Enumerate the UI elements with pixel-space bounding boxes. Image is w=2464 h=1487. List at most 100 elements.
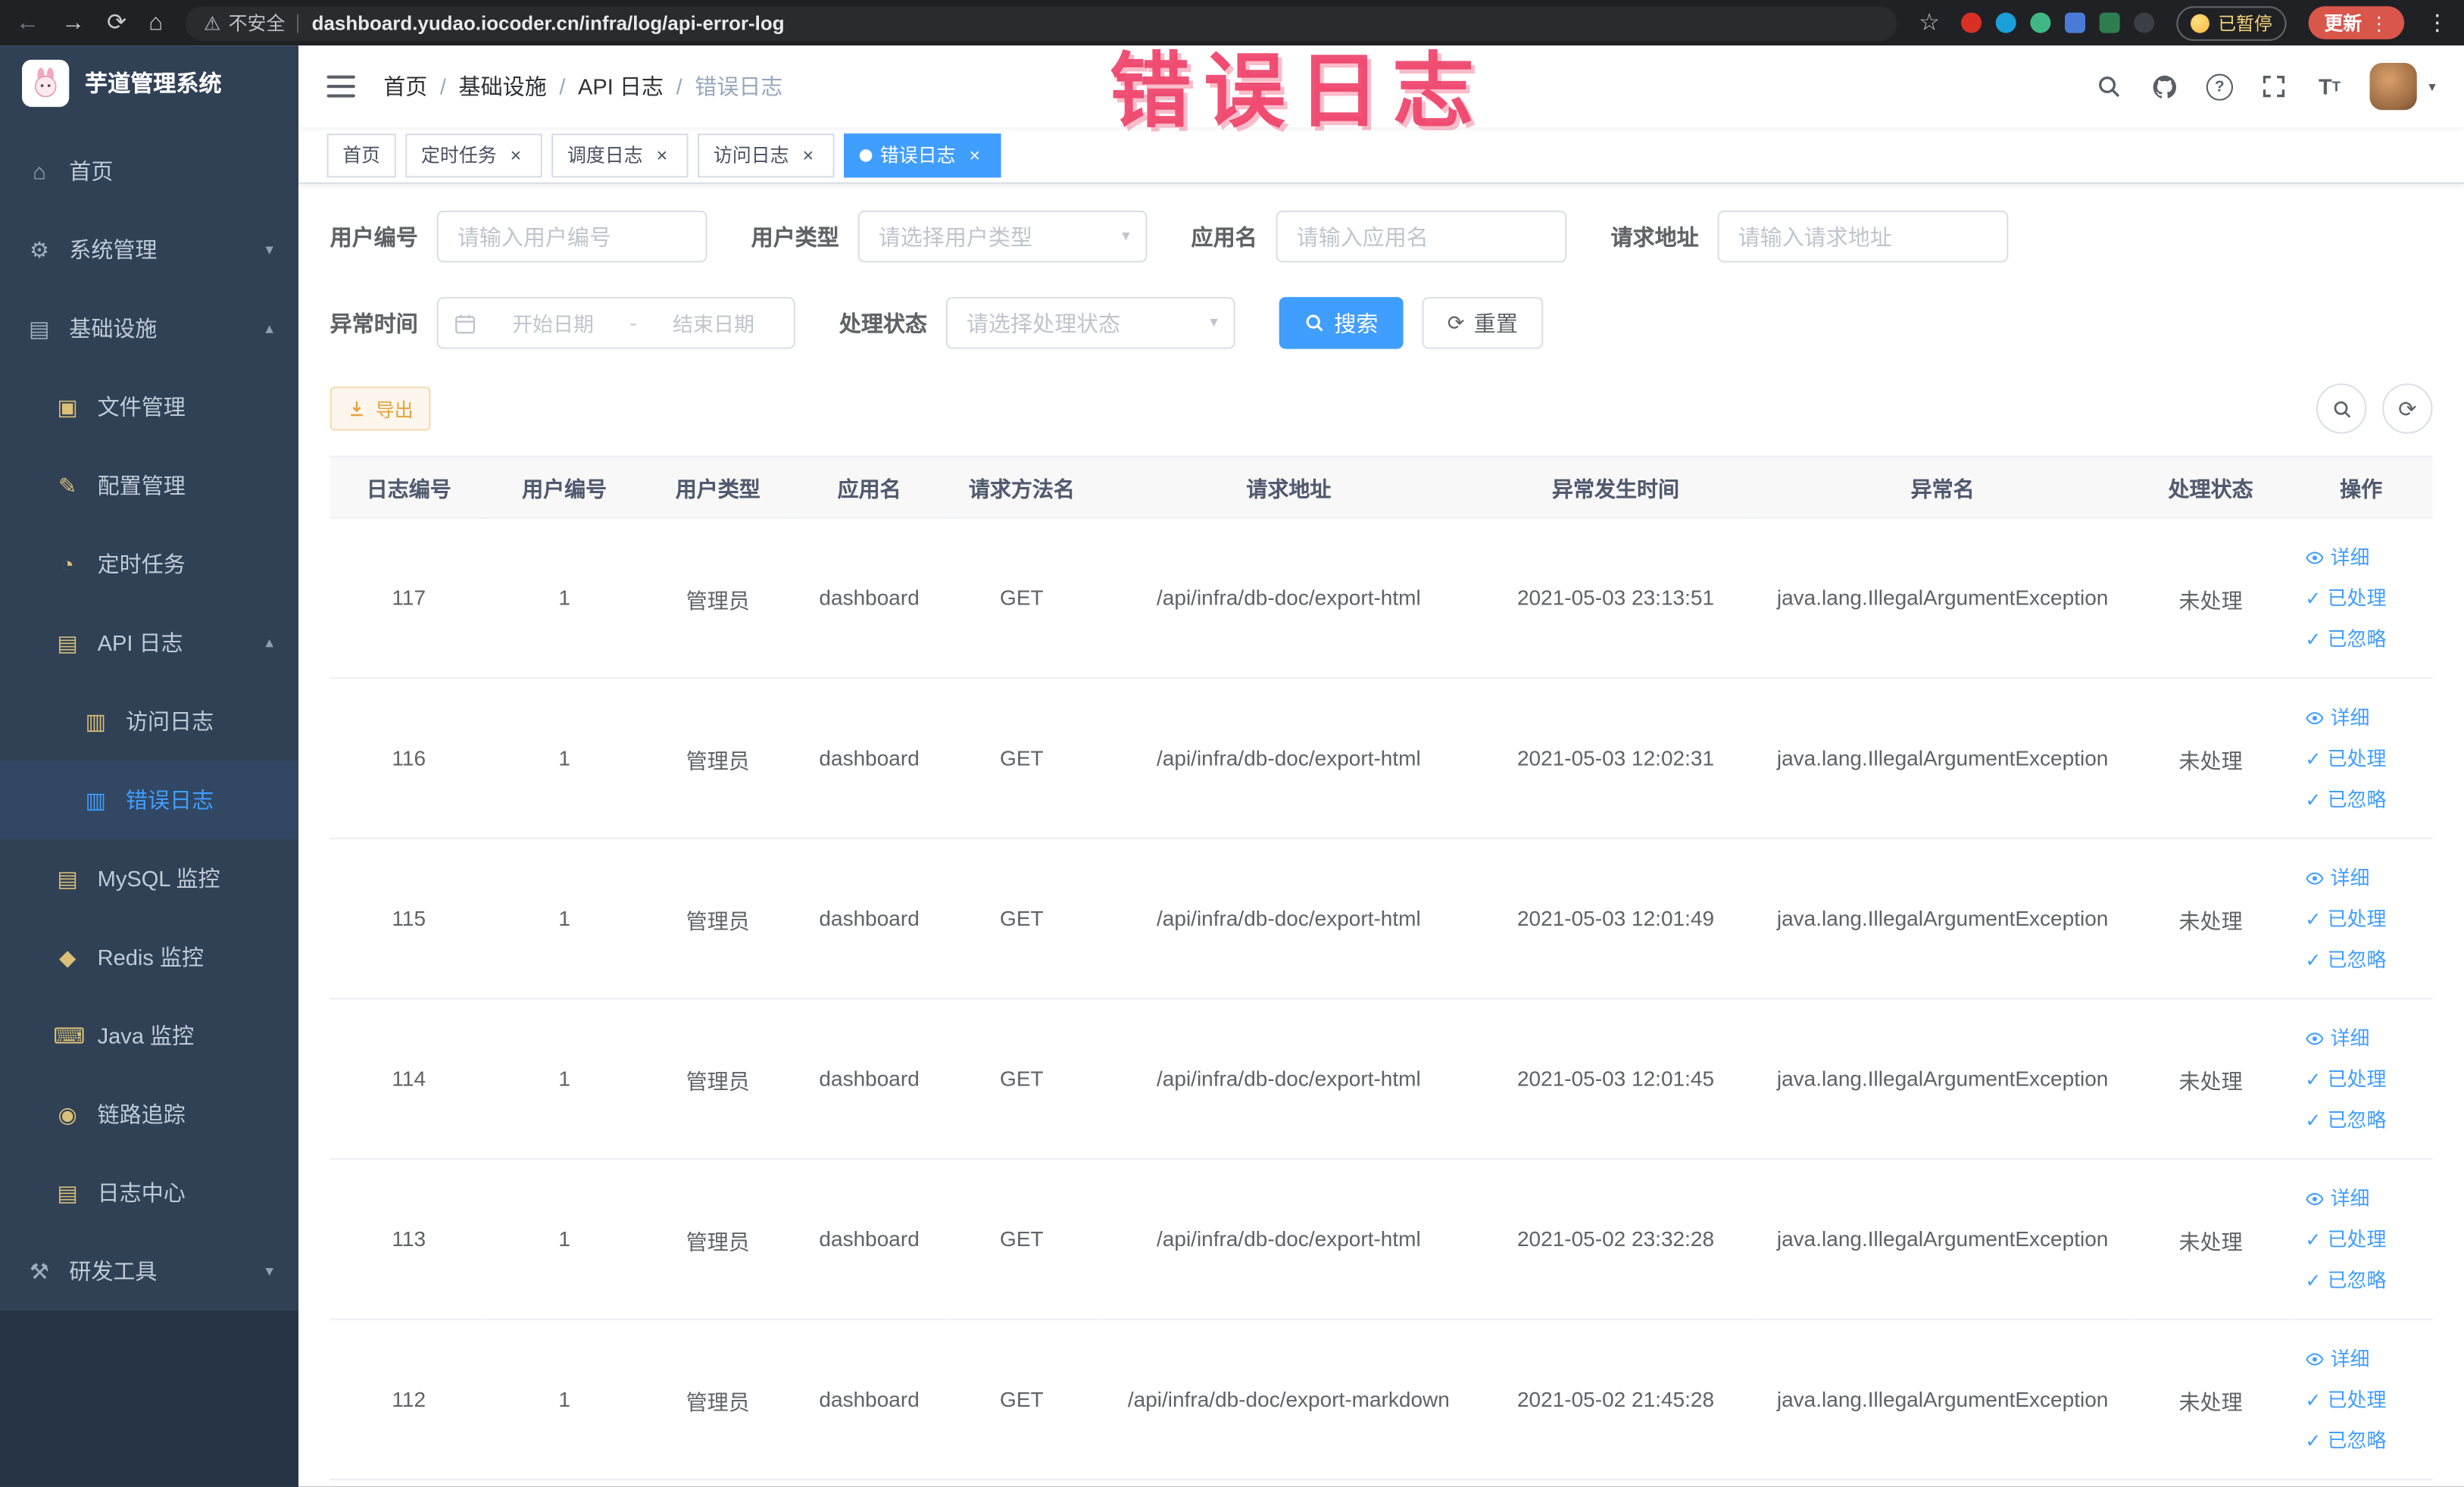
url-text[interactable]: dashboard.yudao.iocoder.cn/infra/log/api…	[312, 12, 785, 34]
browser-update-button[interactable]: 更新 ⋮	[2308, 6, 2405, 39]
table-settings: ⟳	[2316, 383, 2433, 434]
sidebar-item-trace[interactable]: ◉ 链路追踪	[0, 1075, 298, 1154]
extension-icon[interactable]	[1962, 12, 1983, 33]
tags-view: 首页 定时任务 × 调度日志 × 访问日志 × 错误日志 ×	[298, 127, 2464, 184]
sidebar-item-api-logs[interactable]: ▤ API 日志 ▴	[0, 604, 298, 683]
mark-ignored-button[interactable]: ✓ 已忽略	[2296, 1099, 2426, 1140]
app-logo[interactable]: 芋道管理系统	[0, 45, 298, 120]
detail-button[interactable]: 详细	[2296, 1178, 2426, 1219]
close-icon[interactable]: ×	[504, 144, 526, 166]
sidebar-item-dev-tools[interactable]: ⚒ 研发工具 ▾	[0, 1232, 298, 1310]
sidebar-item-redis-monitor[interactable]: ◆ Redis 监控	[0, 918, 298, 997]
forward-icon[interactable]: →	[61, 11, 85, 35]
breadcrumb-infrastructure[interactable]: 基础设施	[459, 70, 566, 102]
security-chip[interactable]: ⚠ 不安全	[204, 9, 285, 36]
cell-url: /api/infra/db-doc/export-html	[1099, 1159, 1479, 1320]
top-navbar: 首页 基础设施 API 日志 错误日志 ? TT	[298, 45, 2464, 128]
mark-processed-button[interactable]: ✓ 已处理	[2296, 898, 2426, 939]
exception-time-range-picker[interactable]: 开始日期 - 结束日期	[436, 297, 795, 349]
col-status: 处理状态	[2131, 455, 2290, 519]
extension-icon[interactable]	[2100, 12, 2121, 33]
detail-button[interactable]: 详细	[2296, 536, 2426, 577]
user-id-input[interactable]	[436, 210, 707, 263]
kebab-icon: ⋮	[2369, 11, 2389, 34]
tab-access-log[interactable]: 访问日志 ×	[698, 133, 835, 177]
detail-button[interactable]: 详细	[2296, 858, 2426, 898]
mark-ignored-button[interactable]: ✓ 已忽略	[2296, 1420, 2426, 1460]
toggle-search-button[interactable]	[2316, 383, 2367, 434]
breadcrumb-home[interactable]: 首页	[383, 70, 446, 102]
sidebar-item-config-management[interactable]: ✎ 配置管理	[0, 446, 298, 525]
font-size-icon[interactable]: TT	[2316, 72, 2344, 100]
detail-button[interactable]: 详细	[2296, 697, 2426, 738]
col-user-type: 用户类型	[641, 455, 795, 519]
tab-scheduled-jobs[interactable]: 定时任务 ×	[405, 133, 542, 177]
help-icon[interactable]: ?	[2206, 72, 2234, 100]
sidebar-item-file-management[interactable]: ▣ 文件管理	[0, 367, 298, 446]
mark-ignored-button[interactable]: ✓ 已忽略	[2296, 618, 2426, 659]
fullscreen-icon[interactable]	[2260, 72, 2288, 100]
detail-button[interactable]: 详细	[2296, 1339, 2426, 1379]
extension-icon[interactable]	[2066, 12, 2087, 33]
sidebar-item-mysql-monitor[interactable]: ▤ MySQL 监控	[0, 839, 298, 918]
sidebar-item-label: 错误日志	[125, 787, 214, 813]
reload-icon[interactable]: ⟳	[107, 11, 126, 35]
mark-processed-button[interactable]: ✓ 已处理	[2296, 577, 2426, 618]
mark-ignored-button[interactable]: ✓ 已忽略	[2296, 1260, 2426, 1301]
process-status-select[interactable]: 请选择处理状态 ▾	[945, 297, 1235, 349]
search-button[interactable]: 搜索	[1279, 297, 1404, 349]
sidebar-item-java-monitor[interactable]: ⌨ Java 监控	[0, 996, 298, 1075]
mark-processed-button[interactable]: ✓ 已处理	[2296, 738, 2426, 779]
cell-user-id: 1	[487, 998, 642, 1161]
search-icon[interactable]	[2095, 72, 2123, 100]
profile-paused-badge[interactable]: 已暂停	[2177, 5, 2287, 40]
close-icon[interactable]: ×	[651, 144, 673, 166]
breadcrumb-api-logs[interactable]: API 日志	[578, 70, 682, 102]
detail-button[interactable]: 详细	[2296, 1017, 2426, 1058]
mark-processed-button[interactable]: ✓ 已处理	[2296, 1219, 2426, 1260]
vue-devtools-icon[interactable]	[2031, 12, 2052, 33]
eye-icon	[2306, 1192, 2324, 1204]
sidebar-item-label: MySQL 监控	[97, 866, 220, 892]
close-icon[interactable]: ×	[797, 144, 819, 166]
close-icon[interactable]: ×	[963, 144, 985, 166]
cell-user-id: 1	[487, 517, 642, 679]
reset-button[interactable]: ⟳ 重置	[1422, 297, 1544, 349]
mark-processed-button[interactable]: ✓ 已处理	[2296, 1379, 2426, 1420]
process-status-label: 处理状态	[839, 310, 928, 336]
bookmark-star-icon[interactable]: ☆	[1919, 11, 1940, 35]
address-bar[interactable]: ⚠ 不安全 dashboard.yudao.iocoder.cn/infra/l…	[185, 5, 1897, 40]
extension-icon[interactable]	[1996, 12, 2017, 33]
col-exception-time: 异常发生时间	[1478, 455, 1754, 519]
cell-time: 2021-05-03 23:13:51	[1478, 517, 1754, 679]
tab-schedule-log[interactable]: 调度日志 ×	[551, 133, 689, 177]
mark-processed-button[interactable]: ✓ 已处理	[2296, 1058, 2426, 1099]
app-name-input[interactable]	[1276, 210, 1567, 263]
mark-ignored-button[interactable]: ✓ 已忽略	[2296, 779, 2426, 820]
mark-ignored-button[interactable]: ✓ 已忽略	[2296, 939, 2426, 980]
sidebar-item-scheduled-jobs[interactable]: ◔ 定时任务	[0, 525, 298, 604]
user-avatar[interactable]	[2370, 62, 2418, 111]
sidebar-item-infrastructure[interactable]: ▤ 基础设施 ▴	[0, 289, 298, 368]
browser-menu-icon[interactable]: ⋮	[2426, 9, 2448, 36]
extension-icon[interactable]	[2135, 12, 2156, 33]
col-log-id: 日志编号	[329, 455, 488, 519]
request-url-input[interactable]	[1717, 210, 2009, 263]
avatar-caret-icon[interactable]: ▾	[2428, 78, 2435, 95]
search-icon	[2333, 400, 2350, 417]
home-icon[interactable]: ⌂	[148, 11, 163, 35]
sidebar-item-home[interactable]: ⌂ 首页	[0, 132, 298, 211]
github-icon[interactable]	[2150, 72, 2178, 100]
back-icon[interactable]: ←	[16, 11, 39, 35]
user-type-select[interactable]: 请选择用户类型 ▾	[857, 210, 1148, 263]
sidebar-item-error-log[interactable]: ▥ 错误日志	[0, 761, 299, 839]
tab-home[interactable]: 首页	[326, 133, 396, 177]
tab-error-log[interactable]: 错误日志 ×	[844, 133, 1001, 177]
collapse-sidebar-icon[interactable]	[326, 75, 355, 98]
sidebar-item-system-management[interactable]: ⚙ 系统管理 ▾	[0, 211, 298, 289]
sidebar-item-log-center[interactable]: ▤ 日志中心	[0, 1154, 298, 1232]
chevron-down-icon: ▾	[265, 1262, 273, 1280]
export-button[interactable]: 导出	[329, 386, 431, 431]
refresh-table-button[interactable]: ⟳	[2382, 383, 2433, 434]
sidebar-item-access-log[interactable]: ▥ 访问日志	[0, 682, 298, 761]
